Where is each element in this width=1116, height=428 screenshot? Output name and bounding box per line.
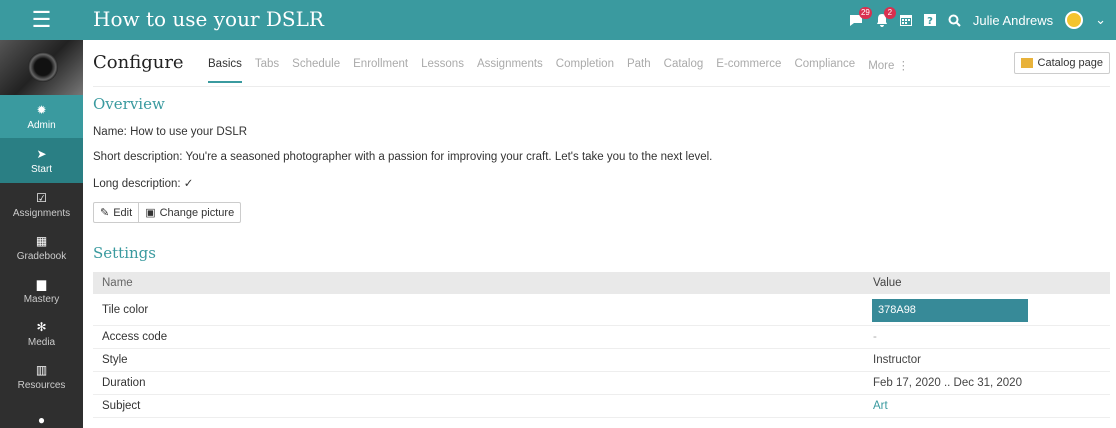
media-icon: ✻: [36, 319, 47, 334]
tab-tabs[interactable]: Tabs: [255, 58, 279, 72]
settings-heading: Settings: [93, 244, 156, 262]
camera-lens-icon: [28, 52, 58, 82]
tab-more-label: More: [868, 60, 895, 72]
gear-icon: ✹: [36, 102, 47, 117]
tab-basics[interactable]: Basics: [208, 58, 242, 83]
pencil-icon: ✎: [100, 207, 110, 219]
table-row: Subject Art: [93, 395, 1110, 418]
tab-path[interactable]: Path: [627, 58, 651, 72]
configure-bar: Configure Basics Tabs Schedule Enrollmen…: [93, 40, 1110, 87]
course-thumbnail[interactable]: [0, 40, 83, 95]
notifications-icon[interactable]: 29: [848, 7, 872, 27]
notifications-badge: 29: [858, 7, 872, 19]
setting-name: Duration: [102, 377, 146, 389]
column-header-value: Value: [873, 277, 902, 289]
overview-actions: ✎ Edit ▣ Change picture: [93, 202, 242, 223]
tab-assignments[interactable]: Assignments: [477, 58, 543, 72]
table-row: Style Instructor: [93, 349, 1110, 372]
sidebar-item-people[interactable]: ●: [0, 398, 83, 428]
sidebar-item-start[interactable]: ➤ Start: [0, 138, 83, 183]
sidebar: ✹ Admin ➤ Start ☑ Assignments ▦ Gradeboo…: [0, 40, 83, 428]
setting-value: -: [873, 331, 877, 343]
tab-e-commerce[interactable]: E-commerce: [716, 58, 781, 72]
tab-completion[interactable]: Completion: [556, 58, 614, 72]
column-header-name: Name: [102, 277, 133, 289]
svg-text:?: ?: [927, 16, 933, 26]
sidebar-item-mastery[interactable]: ▆ Mastery: [0, 269, 83, 312]
tab-catalog[interactable]: Catalog: [664, 58, 704, 72]
course-title: How to use your DSLR: [93, 7, 324, 31]
user-name[interactable]: Julie Andrews: [973, 13, 1053, 28]
tab-more[interactable]: More ⋮: [868, 58, 909, 72]
config-tabs: Basics Tabs Schedule Enrollment Lessons …: [208, 58, 909, 83]
subject-link[interactable]: Art: [873, 400, 888, 412]
gradebook-icon: ▦: [35, 233, 48, 248]
table-row: Duration Feb 17, 2020 .. Dec 31, 2020: [93, 372, 1110, 395]
change-picture-label: Change picture: [159, 206, 235, 219]
overview-short-description: Short description: You're a seasoned pho…: [93, 151, 713, 163]
tab-lessons[interactable]: Lessons: [421, 58, 464, 72]
sidebar-item-resources[interactable]: ▥ Resources: [0, 355, 83, 398]
sidebar-item-label: Mastery: [23, 293, 60, 305]
setting-name: Access code: [102, 331, 168, 343]
table-row: Access code -: [93, 326, 1110, 349]
top-right-tools: 29 2 ? Julie Andrews ⌄: [848, 0, 1106, 40]
sidebar-item-label: Assignments: [12, 207, 71, 219]
resources-icon: ▥: [35, 362, 48, 377]
avatar[interactable]: [1065, 11, 1084, 29]
settings-table: Name Value Tile color 378A98 Access code…: [93, 272, 1110, 418]
sidebar-item-media[interactable]: ✻ Media: [0, 312, 83, 355]
edit-button[interactable]: ✎ Edit: [94, 203, 138, 222]
setting-name: Style: [102, 354, 128, 366]
tile-color-field[interactable]: 378A98: [872, 299, 1028, 322]
sidebar-item-label: Admin: [27, 119, 56, 131]
change-picture-button[interactable]: ▣ Change picture: [138, 203, 240, 222]
alerts-badge: 2: [883, 7, 896, 19]
table-header: Name Value: [93, 272, 1110, 294]
sidebar-item-admin[interactable]: ✹ Admin: [0, 95, 83, 138]
search-icon[interactable]: [948, 14, 961, 27]
catalog-page-label: Catalog page: [1037, 57, 1103, 69]
setting-name: Tile color: [102, 303, 149, 316]
tab-compliance[interactable]: Compliance: [794, 58, 855, 72]
calendar-icon[interactable]: [899, 14, 912, 26]
setting-value: Feb 17, 2020 .. Dec 31, 2020: [873, 377, 1022, 389]
setting-name: Subject: [102, 400, 141, 412]
help-icon[interactable]: ?: [923, 14, 936, 26]
app: ☰ How to use your DSLR 29 2 ? Julie Andr…: [0, 0, 1116, 428]
sidebar-item-label: Start: [30, 163, 53, 175]
more-vertical-icon: ⋮: [897, 60, 910, 72]
edit-label: Edit: [113, 206, 133, 219]
sidebar-item-label: Media: [27, 336, 56, 348]
main-content: Configure Basics Tabs Schedule Enrollmen…: [83, 40, 1116, 428]
sidebar-item-label: Resources: [17, 379, 66, 391]
sidebar-item-assignments[interactable]: ☑ Assignments: [0, 183, 83, 226]
setting-value: Instructor: [873, 354, 921, 366]
menu-icon[interactable]: ☰: [0, 0, 83, 40]
catalog-page-button[interactable]: Catalog page: [1013, 52, 1110, 74]
sidebar-item-gradebook[interactable]: ▦ Gradebook: [0, 226, 83, 269]
tab-schedule[interactable]: Schedule: [292, 58, 340, 72]
image-icon: ▣: [145, 207, 156, 219]
send-icon: ➤: [36, 146, 47, 161]
alerts-icon[interactable]: 2: [876, 7, 896, 27]
overview-heading: Overview: [93, 95, 165, 113]
top-bar: ☰ How to use your DSLR 29 2 ? Julie Andr…: [0, 0, 1116, 40]
overview-name: Name: How to use your DSLR: [93, 126, 248, 138]
chevron-down-icon[interactable]: ⌄: [1095, 12, 1106, 28]
person-icon: ●: [37, 412, 46, 427]
catalog-icon: [1020, 58, 1033, 68]
overview-long-description: Long description: ✓: [93, 178, 194, 190]
page-title: Configure: [93, 52, 184, 73]
tab-enrollment[interactable]: Enrollment: [353, 58, 408, 72]
checkbox-icon: ☑: [36, 190, 47, 205]
table-row: Tile color 378A98: [93, 294, 1110, 326]
sidebar-item-label: Gradebook: [16, 250, 67, 262]
bar-chart-icon: ▆: [36, 276, 47, 291]
